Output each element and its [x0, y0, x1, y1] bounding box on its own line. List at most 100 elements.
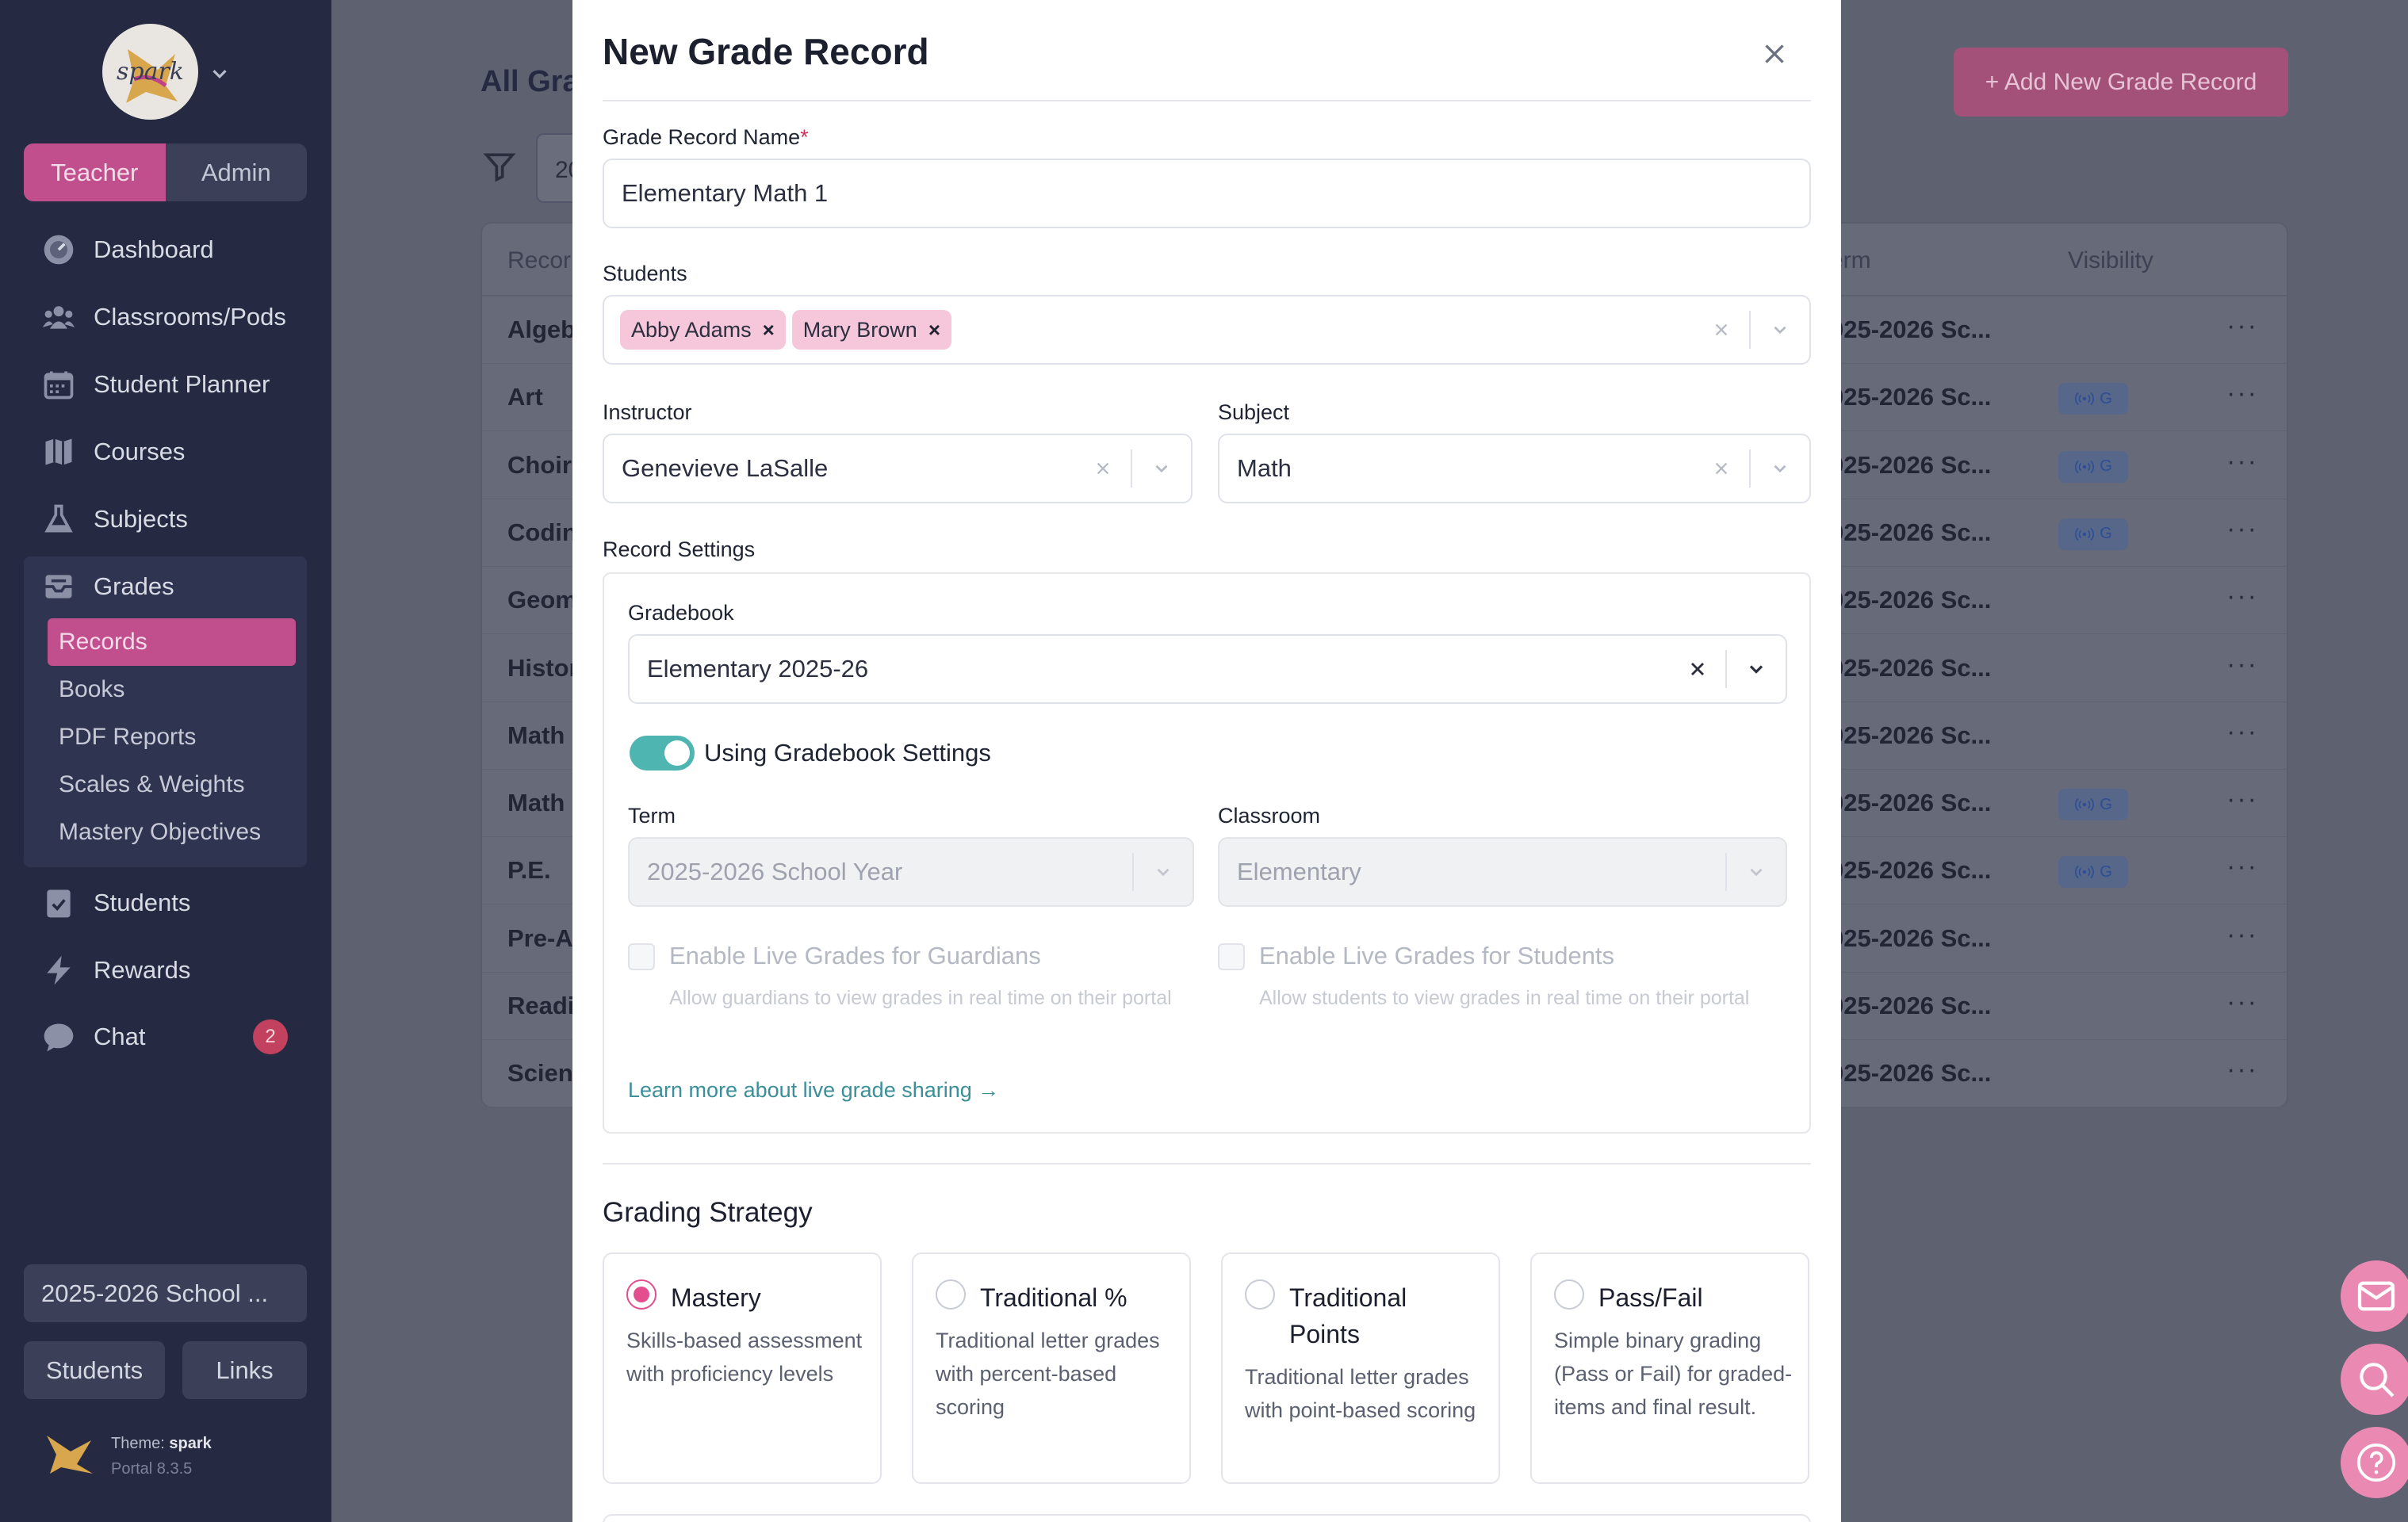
term-cell: 025-2026 Sc... [1830, 383, 1992, 411]
radio-selected[interactable] [626, 1279, 657, 1310]
live-grades-students-checkbox [1218, 943, 1245, 970]
select-controls [1132, 839, 1193, 905]
nav-dashboard[interactable]: Dashboard [24, 223, 307, 277]
clear-icon[interactable] [1694, 435, 1749, 502]
subnav-mastery-objectives[interactable]: Mastery Objectives [48, 809, 296, 856]
radio-unselected[interactable] [1245, 1279, 1275, 1310]
nav-student-planner[interactable]: Student Planner [24, 358, 307, 411]
row-menu-icon[interactable]: ··· [2226, 987, 2258, 1018]
role-teacher-button[interactable]: Teacher [24, 143, 166, 201]
students-multiselect[interactable]: Abby Adams × Mary Brown × [603, 295, 1811, 365]
radio-unselected[interactable] [936, 1279, 966, 1310]
clear-icon[interactable] [1694, 296, 1749, 363]
chevron-down-icon[interactable] [1751, 435, 1809, 502]
strategy-mastery[interactable]: Mastery Skills-based assessment with pro… [603, 1252, 882, 1484]
row-menu-icon[interactable]: ··· [2226, 1054, 2258, 1085]
gradebook-select[interactable]: Elementary 2025-26 [628, 634, 1787, 704]
subnav-records[interactable]: Records [48, 618, 296, 666]
nav-grades[interactable]: Grades [24, 560, 307, 614]
school-logo[interactable]: spark [102, 24, 198, 120]
strategy-pass-fail[interactable]: Pass/Fail Simple binary grading (Pass or… [1530, 1252, 1809, 1484]
subnav-pdf-reports[interactable]: PDF Reports [48, 713, 296, 761]
row-menu-icon[interactable]: ··· [2226, 851, 2258, 882]
email-fab[interactable] [2341, 1260, 2408, 1332]
record-name-input[interactable]: Elementary Math 1 [603, 159, 1811, 228]
row-menu-icon[interactable]: ··· [2226, 784, 2258, 815]
strategy-name: Traditional % [980, 1283, 1127, 1312]
instructor-select[interactable]: Genevieve LaSalle [603, 434, 1193, 503]
visibility-broadcast-chip: G [2058, 450, 2128, 483]
nav-classrooms[interactable]: Classrooms/Pods [24, 290, 307, 344]
strategy-traditional-points[interactable]: Traditional Points Traditional letter gr… [1221, 1252, 1500, 1484]
record-name-cell: Pre-A [507, 924, 573, 952]
clear-icon[interactable] [1075, 435, 1131, 502]
logo-text: spark [116, 58, 184, 86]
chip-remove-icon[interactable]: × [763, 318, 775, 342]
row-menu-icon[interactable]: ··· [2226, 649, 2258, 680]
row-menu-icon[interactable]: ··· [2226, 717, 2258, 748]
select-controls [1725, 839, 1786, 905]
chip-remove-icon[interactable]: × [928, 318, 940, 342]
chat-icon [44, 1023, 74, 1052]
record-name-cell: Codin [507, 518, 577, 546]
search-icon [2360, 1363, 2395, 1398]
term-cell: 025-2026 Sc... [1830, 789, 1992, 817]
nav-students[interactable]: Students [24, 876, 307, 930]
subnav-scales-weights[interactable]: Scales & Weights [48, 761, 296, 809]
nav-label: Dashboard [94, 235, 214, 263]
next-section-box [603, 1514, 1811, 1522]
radio-unselected[interactable] [1554, 1279, 1584, 1310]
search-fab[interactable] [2341, 1344, 2408, 1415]
theme-label: Theme: [111, 1435, 165, 1452]
nav-rewards[interactable]: Rewards [24, 943, 307, 997]
row-menu-icon[interactable]: ··· [2226, 581, 2258, 612]
bolt-icon [47, 955, 71, 985]
strategy-description: Traditional letter grades with percent-b… [936, 1329, 1160, 1419]
theme-logo-icon [47, 1436, 93, 1474]
subnav-books[interactable]: Books [48, 666, 296, 713]
record-name-cell: P.E. [507, 856, 551, 885]
term-select: 2025-2026 School Year [628, 837, 1194, 907]
row-menu-icon[interactable]: ··· [2226, 920, 2258, 950]
role-admin-button[interactable]: Admin [166, 143, 308, 201]
chevron-down-icon[interactable] [1751, 296, 1809, 363]
clear-icon[interactable] [1670, 636, 1725, 702]
record-name-cell: Algeb [507, 315, 576, 343]
select-controls [1075, 435, 1191, 502]
add-grade-record-button[interactable]: + Add New Grade Record [1954, 48, 2288, 117]
chevron-down-icon[interactable] [1132, 435, 1191, 502]
section-divider [603, 1163, 1811, 1164]
chevron-down-icon [1134, 839, 1193, 905]
nav-label: Subjects [94, 505, 188, 533]
broadcast-icon [2075, 798, 2095, 812]
row-menu-icon[interactable]: ··· [2226, 378, 2258, 409]
learn-more-link[interactable]: Learn more about live grade sharing → [628, 1078, 999, 1103]
student-chip: Mary Brown × [791, 310, 951, 350]
subject-select[interactable]: Math [1218, 434, 1811, 503]
school-year-selector[interactable]: 2025-2026 School ... [24, 1264, 307, 1322]
record-name-cell: Histor [507, 653, 579, 682]
nav-label: Students [94, 889, 191, 916]
column-visibility[interactable]: Visibility [2068, 247, 2153, 274]
close-icon[interactable] [1760, 40, 1789, 68]
record-name-cell: Math [507, 789, 565, 817]
gradebook-settings-toggle[interactable] [630, 736, 695, 771]
gradebook-label: Gradebook [628, 601, 734, 625]
toggle-label: Using Gradebook Settings [704, 739, 991, 767]
chevron-down-icon[interactable] [208, 62, 232, 86]
live-grades-guardians-help: Allow guardians to view grades in real t… [669, 987, 1172, 1009]
strategy-traditional-percent[interactable]: Traditional % Traditional letter grades … [912, 1252, 1191, 1484]
row-menu-icon[interactable]: ··· [2226, 311, 2258, 342]
row-menu-icon[interactable]: ··· [2226, 514, 2258, 545]
students-button[interactable]: Students [24, 1341, 165, 1399]
links-button[interactable]: Links [182, 1341, 307, 1399]
nav-subjects[interactable]: Subjects [24, 492, 307, 546]
row-menu-icon[interactable]: ··· [2226, 446, 2258, 477]
help-fab[interactable] [2341, 1427, 2408, 1498]
nav-courses[interactable]: Courses [24, 425, 307, 479]
classroom-select: Elementary [1218, 837, 1787, 907]
column-record[interactable]: Recor [507, 247, 571, 274]
term-cell: 025-2026 Sc... [1830, 1059, 1992, 1088]
filter-icon[interactable] [482, 149, 517, 184]
chevron-down-icon[interactable] [1727, 636, 1786, 702]
